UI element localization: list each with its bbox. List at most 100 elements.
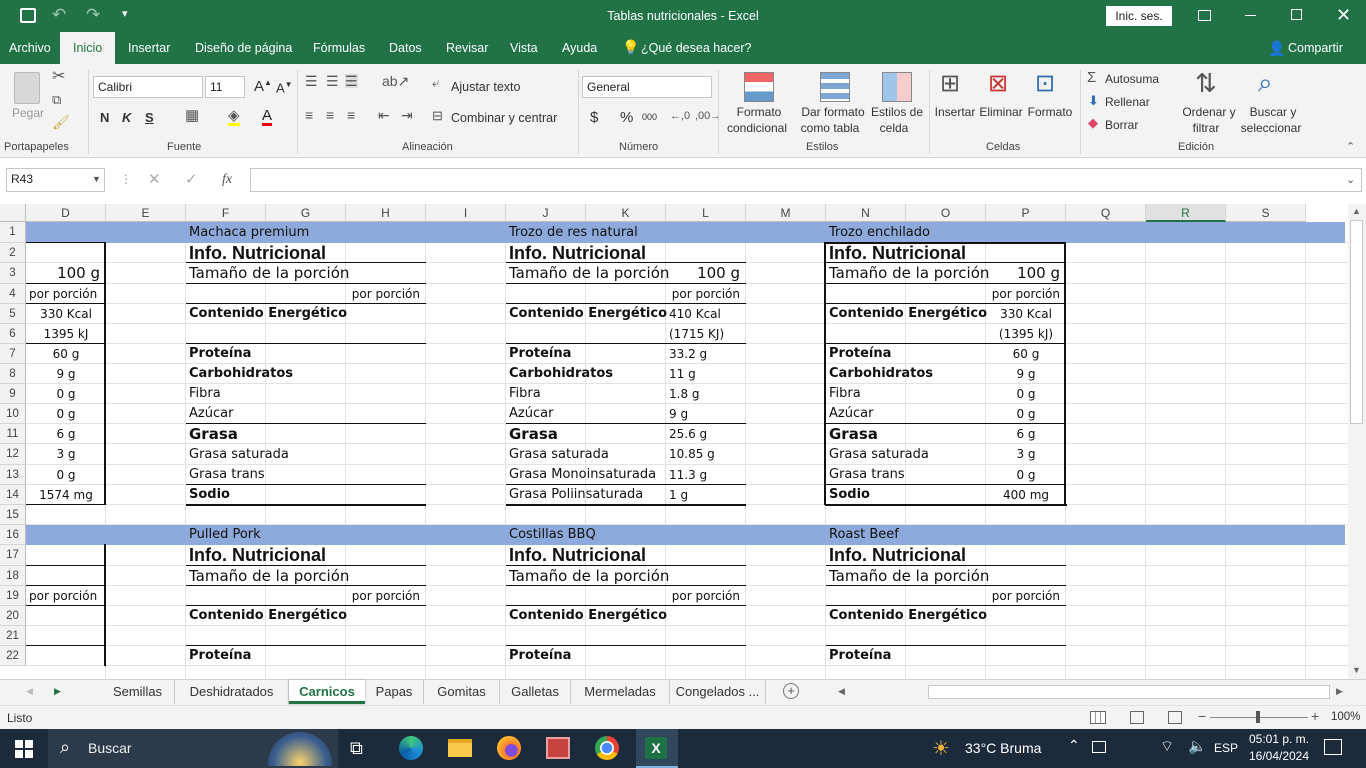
paste-icon[interactable] [14,72,40,104]
align-middle-icon[interactable]: ☰ [326,74,339,88]
per-portion-label[interactable]: por porción [29,586,97,606]
cell-styles-button[interactable]: Estilos de [868,105,926,119]
value-cell[interactable]: 0 g [986,384,1066,404]
nutrition-label[interactable]: Grasa saturada [829,444,929,465]
paste-button[interactable]: Pegar [12,106,44,120]
sheet-tab[interactable]: Galletas [500,680,571,704]
column-header[interactable]: S [1226,204,1306,222]
nutrition-label[interactable]: Contenido Energético [509,606,667,626]
merge-center-icon[interactable]: ⊟ [432,109,443,122]
currency-button[interactable]: $ [590,109,598,126]
increase-decimal-icon[interactable]: ←,0 [670,111,690,122]
per-portion-label[interactable]: por porción [666,284,746,304]
sheet-tab[interactable]: Papas [365,680,424,704]
section-title[interactable]: Pulled Pork [189,525,261,545]
align-left-icon[interactable]: ≡ [305,108,313,122]
nutrition-label[interactable]: Grasa saturada [509,444,609,465]
hscroll-left-icon[interactable]: ◀ [838,686,845,697]
value-cell[interactable]: 60 g [986,344,1066,364]
copy-icon[interactable]: ⧉ [52,93,61,106]
fill-button[interactable]: Rellenar [1105,95,1150,109]
fill-color-icon[interactable]: ◈ [228,108,240,126]
nutrition-label[interactable]: Fibra [509,384,541,404]
section-title[interactable]: Trozo enchilado [829,222,930,243]
value-cell[interactable]: 3 g [986,444,1066,465]
cancel-icon[interactable]: ✕ [148,170,161,188]
vertical-scrollbar[interactable]: ▲ ▼ [1348,204,1366,679]
nutrition-label[interactable]: Info. Nutricional [509,243,646,263]
nutrition-label[interactable]: Grasa saturada [189,444,289,465]
value-cell[interactable]: (1715 KJ) [669,324,724,344]
sheet-tab[interactable]: Gomitas [424,680,500,704]
tab-revisar[interactable]: Revisar [446,41,488,55]
nutrition-label[interactable]: Tamaño de la porción [829,566,989,586]
weather-text[interactable]: 33°C Bruma [965,740,1041,756]
font-size-select[interactable]: 11 [205,76,245,98]
value-cell[interactable]: 3 g [26,444,106,465]
clear-button[interactable]: Borrar [1105,118,1138,132]
value-cell[interactable]: 33.2 g [669,344,707,364]
nutrition-label[interactable]: Tamaño de la porción [829,263,989,284]
align-top-icon[interactable]: ☰ [305,74,318,88]
row-header[interactable]: 12 [0,444,26,465]
column-header[interactable]: F [186,204,266,222]
per-portion-label[interactable]: por porción [986,284,1066,304]
nutrition-label[interactable]: Tamaño de la porción [509,263,669,284]
value-cell[interactable]: 100 g [986,263,1066,284]
minimize-icon[interactable] [1245,15,1256,16]
nutrition-label[interactable]: Grasa [189,424,238,444]
tab-inicio[interactable]: Inicio [60,32,116,64]
restore-icon[interactable] [1291,9,1302,20]
nutrition-label[interactable]: Azúcar [509,404,553,424]
nutrition-label[interactable]: Tamaño de la porción [189,263,349,284]
name-box[interactable]: R43 [6,168,105,192]
tab-vista[interactable]: Vista [510,41,538,55]
align-center-icon[interactable]: ≡ [326,108,334,122]
nutrition-label[interactable]: Carbohidratos [829,364,933,384]
formula-input[interactable] [250,168,1362,192]
volume-icon[interactable]: 🔈 [1188,737,1207,755]
value-cell[interactable]: 0 g [26,404,106,424]
column-header[interactable]: R [1146,204,1226,222]
language-indicator[interactable]: ESP [1214,741,1238,755]
row-header[interactable]: 5 [0,304,26,324]
insert-cells-icon[interactable]: ⊞ [940,72,960,96]
value-cell[interactable]: 1.8 g [669,384,700,404]
nutrition-label[interactable]: Info. Nutricional [829,243,966,263]
row-header[interactable]: 17 [0,545,26,566]
nutrition-label[interactable]: Tamaño de la porción [509,566,669,586]
collapse-ribbon-icon[interactable]: ⌃ [1346,142,1355,153]
row-header[interactable]: 22 [0,646,26,666]
nutrition-label[interactable]: Carbohidratos [509,364,613,384]
grow-font-icon[interactable]: A▲ [254,78,272,95]
column-header[interactable]: H [346,204,426,222]
value-cell[interactable]: 6 g [26,424,106,444]
clock-date[interactable]: 16/04/2024 [1248,749,1310,763]
value-cell[interactable]: 9 g [986,364,1066,384]
value-cell[interactable]: 410 Kcal [669,304,721,324]
share-button[interactable]: Compartir [1288,41,1343,55]
nutrition-label[interactable]: Contenido Energético [829,304,987,324]
section-title[interactable]: Machaca premium [189,222,309,243]
chrome-icon[interactable] [595,736,619,760]
borders-icon[interactable]: ▦ [185,108,199,123]
italic-button[interactable]: K [122,110,131,125]
cut-icon[interactable]: ✂ [52,69,65,85]
battery-icon[interactable] [1092,741,1106,753]
notifications-icon[interactable] [1324,739,1342,755]
per-portion-label[interactable]: por porción [986,586,1066,606]
zoom-out-icon[interactable]: − [1198,708,1206,724]
column-header[interactable]: K [586,204,666,222]
format-cells-icon[interactable]: ⊡ [1035,72,1055,96]
nutrition-label[interactable]: Grasa [829,424,878,444]
nutrition-label[interactable]: Proteína [509,344,571,364]
row-header[interactable]: 18 [0,566,26,586]
nutrition-label[interactable]: Grasa [509,424,558,444]
wrap-text-icon[interactable]: ⤶ [432,76,439,89]
scroll-down-icon[interactable]: ▼ [1352,665,1361,675]
column-header[interactable]: L [666,204,746,222]
nutrition-label[interactable]: Fibra [189,384,221,404]
value-cell[interactable]: 100 g [666,263,746,284]
customize-qat-icon[interactable]: ▾ [122,7,128,20]
orientation-icon[interactable]: ab↗ [382,74,409,88]
